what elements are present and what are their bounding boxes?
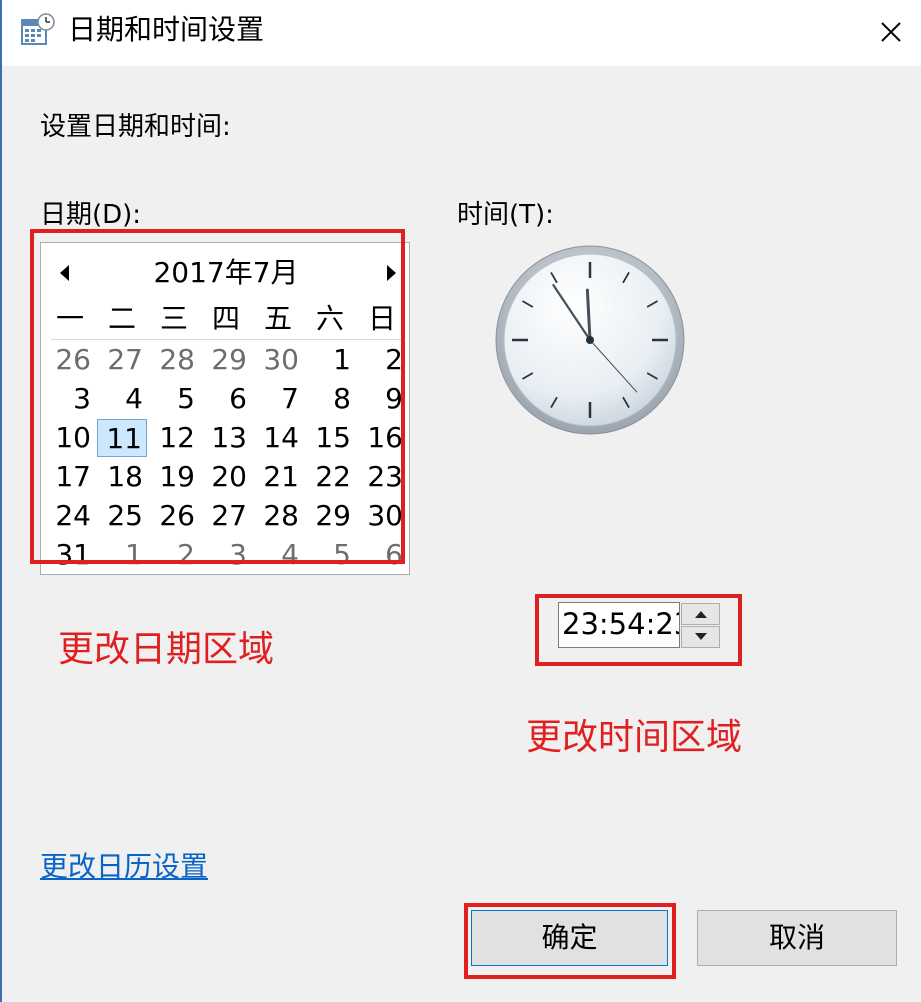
calendar-day[interactable]: 30 (357, 497, 407, 535)
calendar-day[interactable]: 29 (305, 497, 355, 535)
calendar-day[interactable]: 6 (201, 380, 251, 418)
close-button[interactable] (866, 10, 916, 54)
calendar-day[interactable]: 10 (45, 419, 95, 457)
analog-clock (495, 245, 685, 435)
weekday-label: 一 (55, 302, 84, 335)
calendar-day[interactable]: 18 (97, 458, 147, 496)
date-label: 日期(D): (40, 200, 142, 230)
calendar-day[interactable]: 13 (201, 419, 251, 457)
ok-button[interactable]: 确定 (471, 910, 668, 966)
calendar-day[interactable]: 8 (305, 380, 355, 418)
calendar-clock-icon (21, 13, 55, 45)
calendar-day[interactable]: 2 (149, 536, 199, 574)
calendar-day[interactable]: 7 (253, 380, 303, 418)
calendar-day[interactable]: 3 (45, 380, 95, 418)
calendar-day[interactable]: 26 (45, 341, 95, 379)
time-increment-button[interactable] (681, 603, 720, 625)
month-year-title[interactable]: 2017年7月 (91, 255, 361, 291)
calendar-day[interactable]: 14 (253, 419, 303, 457)
calendar-day[interactable]: 9 (357, 380, 407, 418)
triangle-left-icon[interactable] (55, 259, 75, 287)
calendar-day[interactable]: 28 (149, 341, 199, 379)
calendar-day[interactable]: 3 (201, 536, 251, 574)
calendar-day[interactable]: 30 (253, 341, 303, 379)
calendar-day[interactable]: 22 (305, 458, 355, 496)
calendar-day[interactable]: 5 (149, 380, 199, 418)
weekday-label: 六 (315, 302, 344, 335)
calendar-day[interactable]: 1 (97, 536, 147, 574)
time-area-annotation: 更改时间区域 (526, 717, 743, 758)
triangle-up-icon (694, 611, 707, 618)
calendar-header: 2017年7月 (41, 251, 409, 295)
time-decrement-button[interactable] (681, 626, 720, 648)
time-label: 时间(T): (457, 200, 554, 230)
calendar-divider (51, 339, 401, 340)
change-calendar-settings-link[interactable]: 更改日历设置 (40, 848, 208, 886)
triangle-down-icon (694, 633, 707, 640)
title-bar: 日期和时间设置 (2, 0, 921, 66)
calendar-day[interactable]: 2 (357, 341, 407, 379)
weekday-label: 日 (367, 302, 396, 335)
datetime-settings-window: 日期和时间设置 设置日期和时间: 日期(D): 时间(T): 2017年7月 一… (0, 0, 921, 1002)
calendar-day[interactable]: 17 (45, 458, 95, 496)
page-heading: 设置日期和时间: (40, 112, 231, 142)
calendar-day[interactable]: 16 (357, 419, 407, 457)
calendar-day[interactable]: 1 (305, 341, 355, 379)
weekday-label: 三 (159, 302, 188, 335)
date-calendar[interactable]: 2017年7月 一二三四五六日 26 27 28 29 30 1 2 3 4 5 6 7 8 9 10 11 1… (40, 242, 410, 575)
close-icon (881, 22, 901, 42)
cancel-button[interactable]: 取消 (697, 910, 897, 966)
calendar-day[interactable]: 19 (149, 458, 199, 496)
calendar-day[interactable]: 29 (201, 341, 251, 379)
calendar-day[interactable]: 31 (45, 536, 95, 574)
calendar-day[interactable]: 6 (357, 536, 407, 574)
calendar-day[interactable]: 25 (97, 497, 147, 535)
calendar-day[interactable]: 20 (201, 458, 251, 496)
date-area-annotation: 更改日期区域 (58, 629, 275, 670)
calendar-day[interactable]: 4 (253, 536, 303, 574)
window-title: 日期和时间设置 (68, 13, 265, 46)
calendar-day[interactable]: 5 (305, 536, 355, 574)
calendar-day[interactable]: 23 (357, 458, 407, 496)
calendar-day[interactable]: 15 (305, 419, 355, 457)
calendar-day[interactable]: 28 (253, 497, 303, 535)
calendar-day[interactable]: 4 (97, 380, 147, 418)
weekday-label: 二 (107, 302, 136, 335)
calendar-day[interactable]: 24 (45, 497, 95, 535)
calendar-day[interactable]: 27 (201, 497, 251, 535)
weekday-label: 五 (263, 302, 292, 335)
calendar-day-selected[interactable]: 11 (97, 419, 147, 457)
weekday-label: 四 (211, 302, 240, 335)
calendar-day[interactable]: 27 (97, 341, 147, 379)
calendar-day[interactable]: 12 (149, 419, 199, 457)
weekday-header: 一二三四五六日 (45, 301, 409, 337)
triangle-right-icon[interactable] (381, 259, 401, 287)
calendar-day[interactable]: 21 (253, 458, 303, 496)
calendar-day[interactable]: 26 (149, 497, 199, 535)
time-input[interactable]: 23:54:23 (558, 602, 680, 648)
